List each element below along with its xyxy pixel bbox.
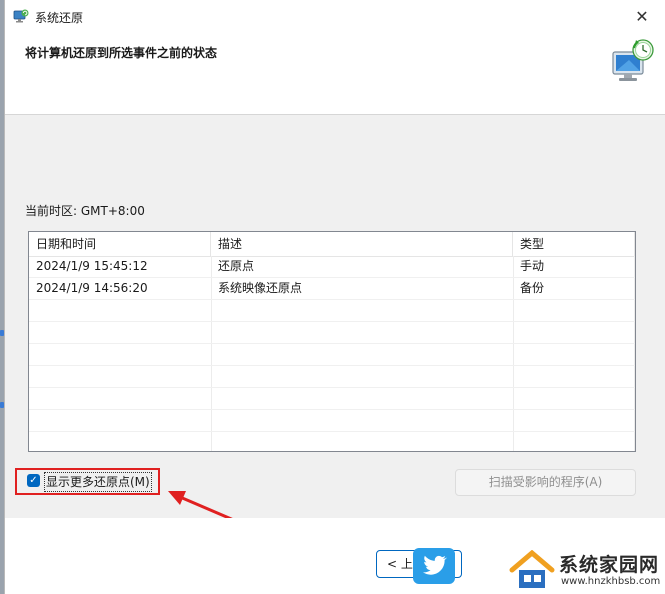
close-icon: ✕ xyxy=(635,6,649,26)
empty-row xyxy=(29,300,635,322)
empty-row xyxy=(29,388,635,410)
restore-point-list[interactable]: 日期和时间 ˅ 描述 类型 2024/1/9 15:45:12 还原点 手动 2… xyxy=(28,231,636,452)
cell-type: 手动 xyxy=(520,259,545,273)
dialog-footer: < 上一 系统家园网 www.hnzkhbsb.com xyxy=(5,518,665,594)
column-header-label: 日期和时间 xyxy=(36,237,97,251)
column-header-description[interactable]: 描述 xyxy=(211,232,513,256)
empty-row xyxy=(29,432,635,451)
column-header-type[interactable]: 类型 xyxy=(513,232,635,256)
table-row[interactable]: 2024/1/9 14:56:20 系统映像还原点 备份 xyxy=(29,278,635,300)
page-title: 将计算机还原到所选事件之前的状态 xyxy=(25,46,218,60)
watermark-url: www.hnzkhbsb.com xyxy=(561,576,661,587)
empty-row xyxy=(29,344,635,366)
column-header-label: 类型 xyxy=(520,237,545,251)
show-more-label[interactable]: 显示更多还原点(M) xyxy=(44,472,152,492)
list-rows: 2024/1/9 15:45:12 还原点 手动 2024/1/9 14:56:… xyxy=(29,256,635,451)
watermark-title: 系统家园网 xyxy=(559,554,660,576)
column-header-datetime[interactable]: 日期和时间 ˅ xyxy=(29,232,211,256)
list-header: 日期和时间 ˅ 描述 类型 xyxy=(29,232,635,257)
system-restore-dialog: 系统还原 ✕ 将计算机还原到所选事件之前的状态 当前时区: GMT+8:00 日… xyxy=(4,0,665,594)
system-restore-icon xyxy=(13,9,29,23)
cell-description: 系统映像还原点 xyxy=(218,281,303,295)
cell-description: 还原点 xyxy=(218,259,255,273)
twitter-bird-icon xyxy=(413,548,455,584)
show-more-checkbox[interactable]: ✓ xyxy=(27,474,40,487)
window-title: 系统还原 xyxy=(35,11,84,25)
house-logo-icon xyxy=(509,550,555,588)
dialog-header: 将计算机还原到所选事件之前的状态 xyxy=(5,32,665,115)
cell-datetime: 2024/1/9 14:56:20 xyxy=(36,281,148,295)
column-header-label: 描述 xyxy=(218,237,243,251)
sort-chevron-icon: ˅ xyxy=(115,231,120,239)
content-area: 当前时区: GMT+8:00 日期和时间 ˅ 描述 类型 2024/1/9 15… xyxy=(5,115,665,529)
watermark-logo: 系统家园网 www.hnzkhbsb.com xyxy=(505,544,665,594)
timezone-label: 当前时区: GMT+8:00 xyxy=(25,204,145,218)
cell-datetime: 2024/1/9 15:45:12 xyxy=(36,259,148,273)
scan-affected-programs-button[interactable]: 扫描受影响的程序(A) xyxy=(455,469,636,496)
checkmark-icon: ✓ xyxy=(29,475,38,486)
empty-row xyxy=(29,322,635,344)
title-bar[interactable]: 系统还原 ✕ xyxy=(5,0,665,32)
empty-row xyxy=(29,366,635,388)
close-button[interactable]: ✕ xyxy=(619,0,665,32)
table-row[interactable]: 2024/1/9 15:45:12 还原点 手动 xyxy=(29,256,635,278)
cell-type: 备份 xyxy=(520,281,545,295)
system-restore-computer-icon xyxy=(612,39,654,81)
empty-row xyxy=(29,410,635,432)
